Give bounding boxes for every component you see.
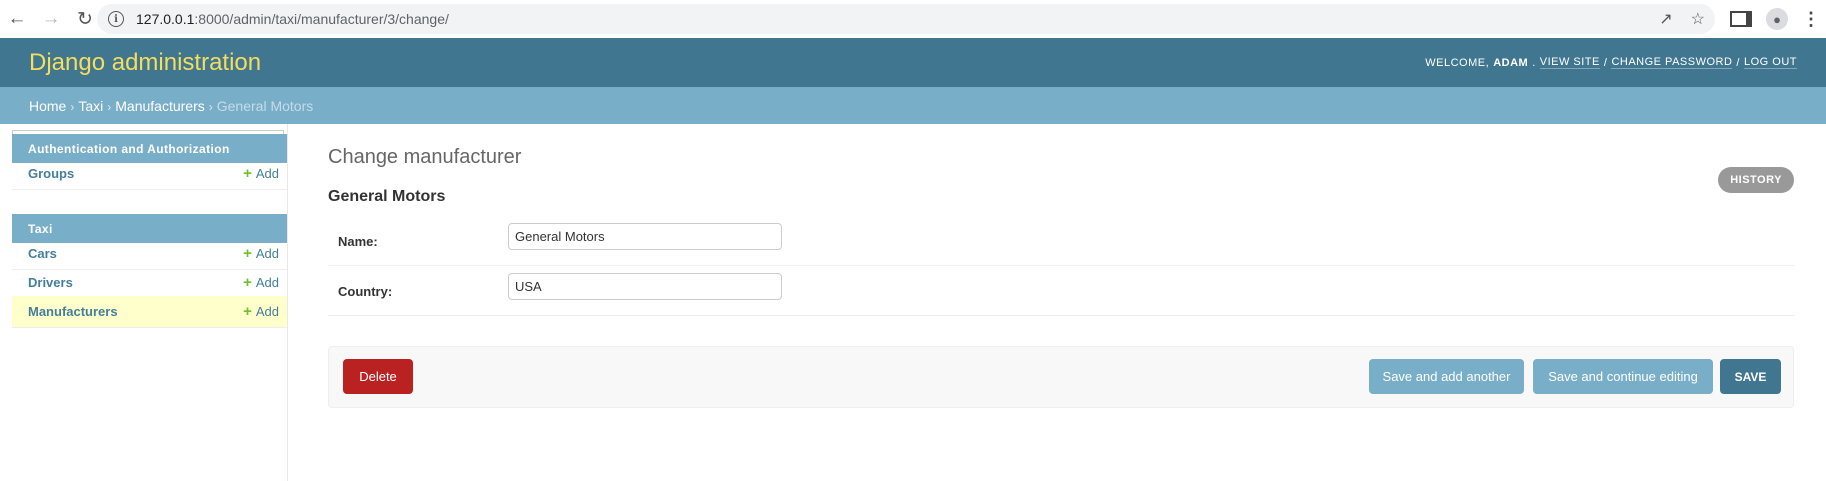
history-button[interactable]: History — [1718, 167, 1794, 193]
country-field[interactable] — [508, 273, 782, 300]
breadcrumb-app[interactable]: Taxi — [78, 98, 103, 114]
sidebar-item-cars-link[interactable]: Cars — [28, 246, 57, 261]
log-out-link[interactable]: Log out — [1743, 56, 1797, 69]
name-field[interactable] — [508, 223, 782, 250]
breadcrumb-current: General Motors — [216, 97, 314, 114]
add-drivers-link[interactable]: + Add — [243, 275, 279, 290]
username: adam — [1493, 56, 1529, 69]
breadcrumb-model[interactable]: Manufacturers — [115, 98, 204, 114]
form-row-country: Country: — [328, 266, 1794, 316]
nav-sidebar: Start typing to filter... Authentication… — [0, 124, 288, 481]
sidebar-item-drivers: Drivers + Add — [12, 267, 287, 299]
browser-menu-icon[interactable]: ⋮ — [1802, 9, 1820, 30]
browser-toolbar: ← → ↻ i 127.0.0.1:8000/admin/taxi/manufa… — [0, 0, 1826, 39]
add-cars-link[interactable]: + Add — [243, 246, 279, 261]
add-plus-icon: + — [243, 274, 252, 291]
change-password-link[interactable]: Change password — [1611, 56, 1733, 69]
object-title: General Motors — [328, 188, 446, 205]
separator-dot: . — [1532, 56, 1536, 69]
country-label: Country: — [338, 284, 393, 299]
forward-icon[interactable]: → — [34, 2, 68, 36]
profile-avatar-icon[interactable]: ● — [1766, 8, 1788, 30]
bookmark-star-icon[interactable]: ☆ — [1691, 9, 1705, 29]
save-button[interactable]: SAVE — [1720, 359, 1781, 394]
sidebar-item-groups: Groups + Add — [12, 158, 287, 190]
add-manufacturers-link[interactable]: + Add — [243, 304, 279, 319]
user-tools: Welcome, adam. View site / Change passwo… — [1425, 38, 1797, 87]
breadcrumb-separator: › — [70, 99, 75, 114]
form-row-name: Name: — [328, 216, 1794, 266]
site-info-icon[interactable]: i — [108, 11, 124, 27]
separator-slash: / — [1736, 56, 1740, 69]
url-host: 127.0.0.1 — [136, 11, 195, 27]
name-label: Name: — [338, 234, 378, 249]
address-bar[interactable]: i 127.0.0.1:8000/admin/taxi/manufacturer… — [97, 4, 1715, 34]
page-title: Change manufacturer — [328, 146, 522, 168]
save-and-add-another-button[interactable]: Save and add another — [1369, 359, 1524, 394]
delete-button[interactable]: Delete — [343, 359, 413, 394]
breadcrumb-home[interactable]: Home — [29, 98, 66, 114]
share-icon[interactable]: ↗ — [1659, 9, 1672, 29]
welcome-text: Welcome, — [1425, 56, 1490, 69]
side-panel-icon[interactable] — [1730, 11, 1752, 27]
sidebar-item-groups-link[interactable]: Groups — [28, 166, 74, 181]
add-label: Add — [255, 275, 279, 290]
add-label: Add — [255, 166, 279, 181]
admin-header: Django administration Welcome, adam. Vie… — [0, 38, 1826, 87]
add-label: Add — [255, 304, 279, 319]
url-path: :8000/admin/taxi/manufacturer/3/change/ — [194, 11, 449, 27]
submit-row: Delete Save and add another Save and con… — [328, 346, 1794, 408]
breadcrumb-separator: › — [107, 99, 112, 114]
sidebar-item-cars: Cars + Add — [12, 238, 287, 270]
add-plus-icon: + — [243, 165, 252, 182]
add-plus-icon: + — [243, 245, 252, 262]
add-label: Add — [255, 246, 279, 261]
site-branding[interactable]: Django administration — [29, 49, 261, 77]
sidebar-item-manufacturers: Manufacturers + Add — [12, 296, 287, 328]
view-site-link[interactable]: View site — [1539, 56, 1600, 69]
back-icon[interactable]: ← — [0, 2, 34, 36]
add-plus-icon: + — [243, 303, 252, 320]
save-and-continue-button[interactable]: Save and continue editing — [1533, 359, 1713, 394]
sidebar-item-manufacturers-link[interactable]: Manufacturers — [28, 304, 118, 319]
url-text[interactable]: 127.0.0.1:8000/admin/taxi/manufacturer/3… — [136, 11, 449, 27]
breadcrumb: Home › Taxi › Manufacturers › General Motors — [0, 87, 1826, 124]
breadcrumb-separator: › — [208, 99, 213, 114]
separator-slash: / — [1603, 56, 1608, 69]
sidebar-item-drivers-link[interactable]: Drivers — [28, 275, 73, 290]
add-groups-link[interactable]: + Add — [243, 166, 279, 181]
